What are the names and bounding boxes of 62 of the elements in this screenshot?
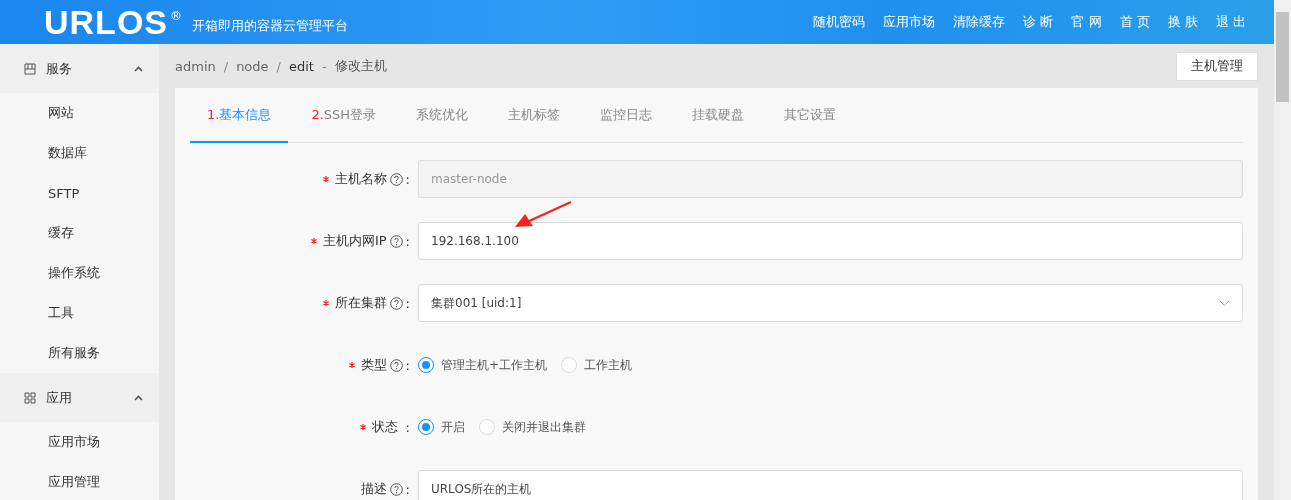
title-separator: - bbox=[321, 58, 327, 74]
sidebar-item[interactable]: 网站 bbox=[0, 93, 159, 133]
tagline: 开箱即用的容器云管理平台 bbox=[192, 17, 348, 35]
radio-option[interactable]: 开启 bbox=[418, 418, 465, 436]
field-label: 所在集群 bbox=[334, 294, 387, 312]
help-icon[interactable] bbox=[389, 482, 403, 496]
sidebar-item[interactable]: 工具 bbox=[0, 293, 159, 333]
field-label: 主机内网IP bbox=[322, 232, 387, 250]
sidebar-item[interactable]: 缓存 bbox=[0, 213, 159, 253]
breadcrumb-link[interactable]: node bbox=[236, 58, 269, 74]
label-colon: : bbox=[405, 357, 410, 373]
label-colon: : bbox=[404, 419, 410, 435]
label-colon: : bbox=[405, 481, 410, 497]
radio-button[interactable] bbox=[418, 357, 434, 373]
field-label: 类型 bbox=[360, 356, 387, 374]
apps-icon bbox=[24, 391, 36, 404]
breadcrumb-link[interactable]: edit bbox=[288, 58, 314, 74]
tab[interactable]: 主机标签 bbox=[491, 88, 578, 143]
help-icon[interactable] bbox=[389, 234, 403, 248]
breadcrumb-separator: / bbox=[276, 58, 281, 74]
breadcrumb-link[interactable]: admin bbox=[175, 58, 216, 74]
group-label: 应用 bbox=[46, 388, 73, 407]
page-title: 修改主机 bbox=[334, 57, 387, 75]
help-icon[interactable] bbox=[389, 358, 403, 372]
radio-option[interactable]: 工作主机 bbox=[561, 356, 633, 374]
sidebar-item[interactable]: 操作系统 bbox=[0, 253, 159, 293]
caret-icon[interactable] bbox=[134, 65, 143, 72]
chevron-down-icon bbox=[1219, 299, 1230, 307]
sidebar-item[interactable]: SFTP bbox=[0, 173, 159, 213]
tab[interactable]: 挂载硬盘 bbox=[675, 88, 762, 143]
sidebar-item[interactable]: 所有服务 bbox=[0, 333, 159, 373]
label-colon: : bbox=[405, 233, 410, 249]
radio-button[interactable] bbox=[418, 419, 434, 435]
radio-option[interactable]: 管理主机+工作主机 bbox=[418, 356, 548, 374]
tab[interactable]: 1.基本信息 bbox=[190, 88, 289, 143]
logo: URLOS bbox=[44, 5, 168, 39]
sidebar-group[interactable]: 服务 bbox=[0, 44, 159, 93]
help-icon[interactable] bbox=[389, 296, 403, 310]
sidebar-item[interactable]: 数据库 bbox=[0, 133, 159, 173]
select-field[interactable]: 集群001 [uid:1] bbox=[418, 284, 1243, 322]
field-label: 描述 bbox=[360, 480, 387, 498]
tab[interactable]: 监控日志 bbox=[583, 88, 670, 143]
window-icon bbox=[24, 62, 36, 75]
breadcrumb-separator: / bbox=[223, 58, 229, 74]
tab[interactable]: 2.SSH登录 bbox=[294, 88, 394, 143]
sidebar-group[interactable]: 应用 bbox=[0, 373, 159, 422]
field-label: 状态 bbox=[372, 418, 399, 436]
tab[interactable]: 其它设置 bbox=[767, 88, 854, 143]
input-field[interactable]: 192.168.1.100 bbox=[418, 222, 1243, 260]
caret-icon[interactable] bbox=[134, 394, 143, 401]
registered-mark: ® bbox=[170, 9, 182, 23]
text-area[interactable]: URLOS所在的主机 bbox=[418, 470, 1243, 500]
sidebar-item[interactable]: 应用管理 bbox=[0, 462, 159, 500]
field-label: 主机名称 bbox=[334, 170, 387, 188]
sidebar-item[interactable]: 应用市场 bbox=[0, 422, 159, 462]
radio-option[interactable]: 关闭并退出集群 bbox=[479, 418, 586, 436]
label-colon: : bbox=[405, 171, 410, 187]
label-colon: : bbox=[405, 295, 410, 311]
scrollbar[interactable] bbox=[1274, 0, 1291, 500]
group-label: 服务 bbox=[46, 59, 73, 78]
host-management-button[interactable]: 主机管理 bbox=[1176, 51, 1258, 81]
tab[interactable]: 系统优化 bbox=[399, 88, 486, 143]
